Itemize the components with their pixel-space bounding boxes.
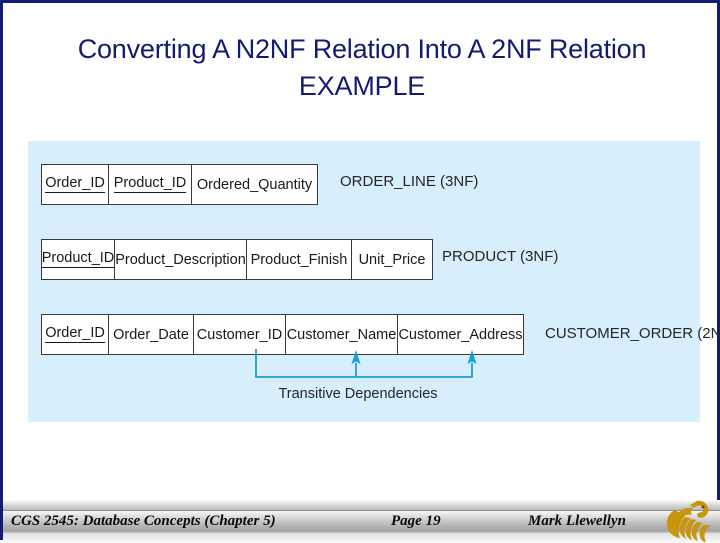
attribute-cell: Product_Description [115, 240, 247, 279]
attribute-label: Unit_Price [358, 251, 426, 268]
attribute-label: Product_Finish [250, 251, 348, 268]
slide-footer: CGS 2545: Database Concepts (Chapter 5) … [3, 500, 720, 543]
pegasus-logo-icon [666, 500, 711, 542]
slide: Converting A N2NF Relation Into A 2NF Re… [0, 0, 720, 543]
attribute-cell: Order_Date [109, 315, 194, 354]
attribute-cell: Order_ID [42, 315, 109, 354]
attribute-label: Product_ID [41, 250, 115, 269]
attribute-cell: Product_ID [41, 240, 115, 279]
attribute-label: Product_Description [115, 251, 246, 268]
attribute-label: Product_ID [113, 175, 187, 194]
attribute-cell: Unit_Price [352, 240, 432, 279]
footer-page-number: Page 19 [391, 513, 441, 529]
diagram-panel: Order_ID Product_ID Ordered_Quantity ORD… [28, 141, 720, 422]
attribute-label: Customer_Address [398, 326, 523, 343]
attribute-label: Customer_ID [196, 326, 283, 343]
attribute-cell: Ordered_Quantity [192, 165, 317, 204]
relation-product: Product_ID Product_Description Product_F… [41, 239, 433, 280]
transitive-dependency-caption: Transitive Dependencies [278, 386, 438, 402]
relation-name-product: PRODUCT (3NF) [442, 248, 559, 265]
attribute-label: Order_ID [45, 175, 105, 194]
transitive-dependency-arrows [255, 349, 477, 378]
footer-author-label: Mark Llewellyn [528, 513, 626, 529]
footer-strip-bottom [3, 533, 720, 543]
footer-strip-top [3, 500, 720, 510]
footer-course-label: CGS 2545: Database Concepts (Chapter 5) [11, 513, 276, 529]
attribute-label: Customer_Name [286, 326, 397, 343]
attribute-label: Ordered_Quantity [196, 176, 313, 193]
attribute-cell: Order_ID [42, 165, 109, 204]
relation-order-line: Order_ID Product_ID Ordered_Quantity [41, 164, 318, 205]
attribute-cell: Product_Finish [247, 240, 352, 279]
attribute-label: Order_Date [113, 326, 189, 343]
relation-name-customer-order: CUSTOMER_ORDER (2NF) [545, 325, 720, 342]
page-title: Converting A N2NF Relation Into A 2NF Re… [77, 34, 647, 101]
attribute-cell: Product_ID [109, 165, 192, 204]
attribute-label: Order_ID [45, 325, 105, 344]
relation-name-order-line: ORDER_LINE (3NF) [340, 173, 479, 190]
